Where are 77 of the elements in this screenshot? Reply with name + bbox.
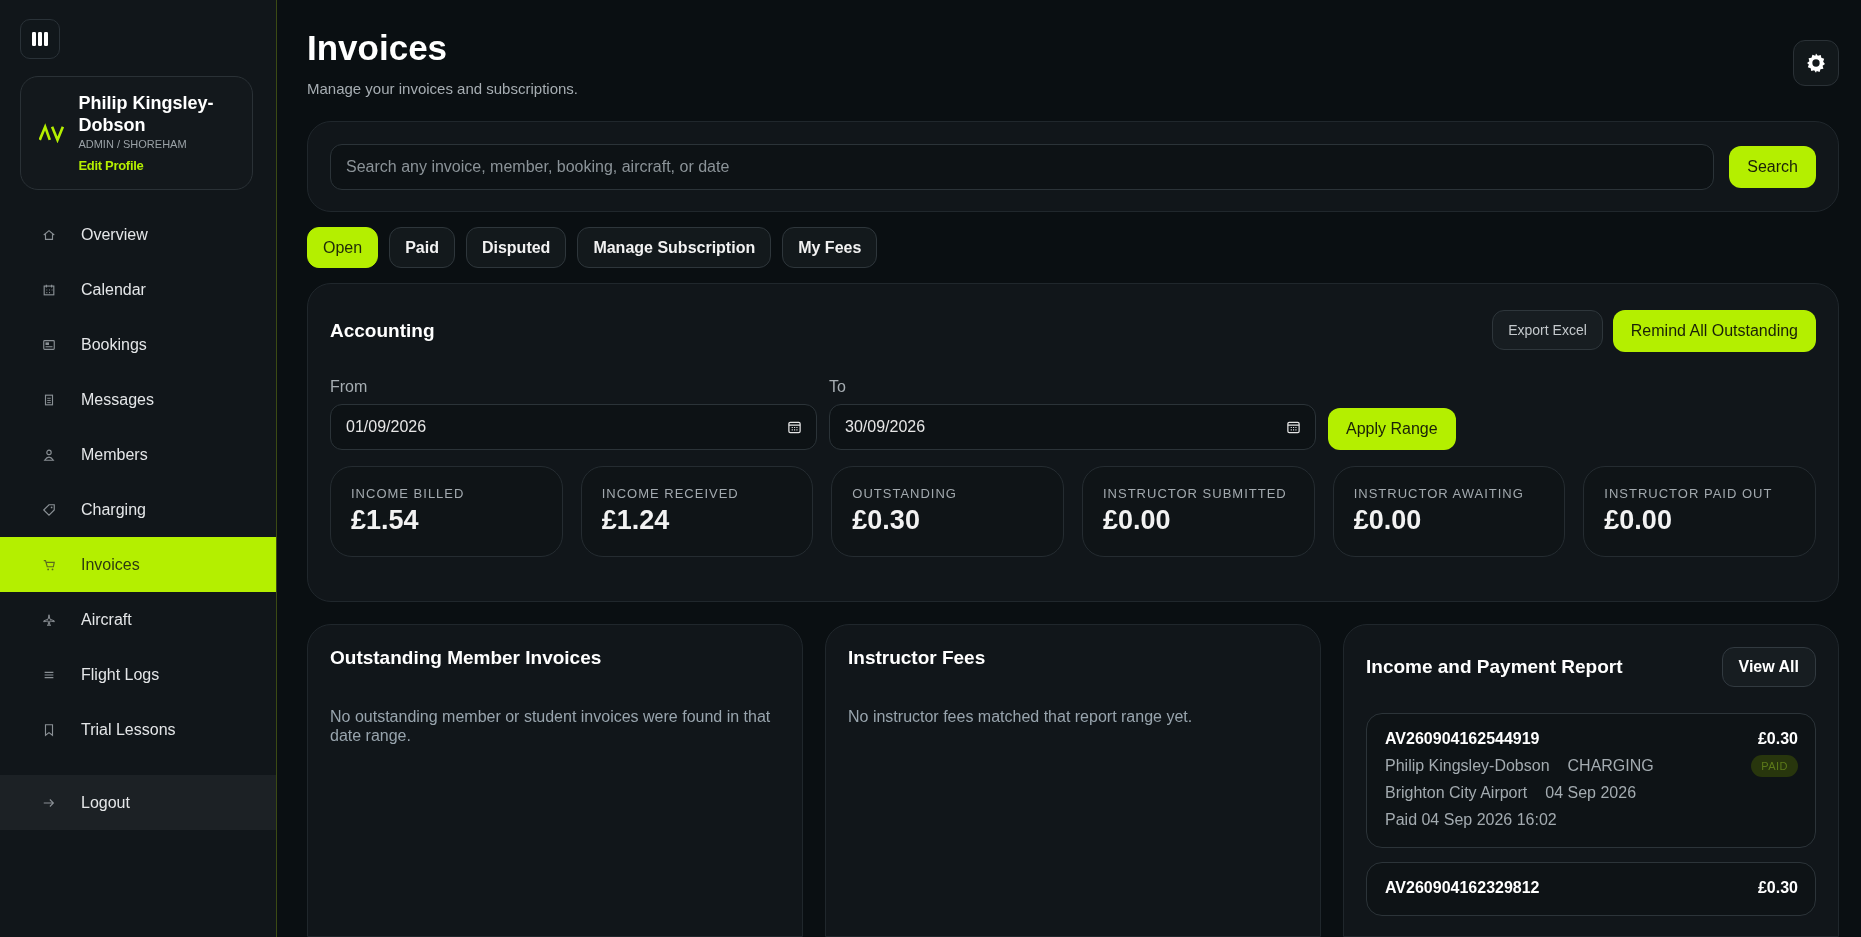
tab[interactable]: My Fees	[782, 227, 878, 268]
invoice-date: 04 Sep 2026	[1545, 784, 1637, 802]
report-entry[interactable]: AV260904162329812 £0.30	[1366, 862, 1816, 916]
tab[interactable]: Disputed	[465, 227, 567, 268]
cart-icon	[42, 557, 56, 572]
calendar-icon[interactable]	[787, 419, 802, 435]
section-title: Outstanding Member Invoices	[330, 647, 603, 669]
tab[interactable]: Manage Subscription	[577, 227, 772, 268]
member-name: Philip Kingsley-Dobson	[1385, 757, 1550, 775]
profile-name: Philip Kingsley-Dobson	[78, 92, 215, 136]
section-title: Accounting	[330, 320, 435, 342]
stat-label: INCOME RECEIVED	[601, 486, 740, 501]
stat-value: £0.00	[1604, 505, 1673, 536]
view-all-button[interactable]: View All	[1721, 647, 1816, 687]
status-badge: PAID	[1751, 755, 1798, 777]
stat-label: INSTRUCTOR PAID OUT	[1604, 486, 1774, 501]
nav-item[interactable]: Overview	[0, 207, 276, 262]
nav-item[interactable]: Trial Lessons	[0, 702, 276, 757]
stat-label: INSTRUCTOR AWAITING	[1353, 486, 1525, 501]
report-entry[interactable]: AV260904162544919 Philip Kingsley-Dobson CHARGING Brighton City Airport 04 Sep 2026 Paid 04 Sep 2026 16:02 £0.30 PAID	[1366, 713, 1816, 848]
nav-item[interactable]: Calendar	[0, 262, 276, 317]
logo-icon	[39, 123, 65, 143]
field-label: From	[330, 378, 369, 396]
stat-label: INCOME BILLED	[351, 486, 466, 501]
stat-value: £1.24	[601, 505, 671, 536]
invoice-amount: £0.30	[1757, 879, 1798, 897]
logout-item[interactable]: Logout	[0, 775, 276, 830]
search-field[interactable]: Search any invoice, member, booking, aircraft, or date	[330, 143, 1715, 190]
tab[interactable]: Open	[307, 227, 379, 268]
paid-date: Paid 04 Sep 2026 16:02	[1385, 811, 1557, 829]
stat-value: £0.30	[852, 505, 921, 536]
invoice-id: AV260904162329812	[1385, 879, 1540, 897]
apply-range-button[interactable]: Apply Range	[1328, 408, 1456, 450]
airplane-icon	[42, 612, 56, 627]
profile-role: ADMIN / SHOREHAM	[78, 138, 188, 150]
tab[interactable]: Paid	[389, 227, 455, 268]
nav-item[interactable]: Messages	[0, 372, 276, 427]
nav-item[interactable]: Members	[0, 427, 276, 482]
date-field[interactable]: 01/09/2026	[330, 404, 817, 450]
empty-message: No outstanding member or student invoices were found in that date range.	[330, 707, 772, 745]
calendar-icon	[42, 282, 56, 297]
calendar-icon[interactable]	[1286, 419, 1301, 435]
card-icon	[42, 337, 56, 352]
export-button[interactable]: Export Excel	[1492, 310, 1603, 350]
nav-item[interactable]: Flight Logs	[0, 647, 276, 702]
settings-button[interactable]	[1793, 40, 1839, 86]
invoice-type: CHARGING	[1567, 757, 1654, 775]
nav-item[interactable]: Charging	[0, 482, 276, 537]
stat-value: £1.54	[351, 505, 420, 536]
stat-label: OUTSTANDING	[852, 486, 958, 501]
page-subtitle: Manage your invoices and subscriptions.	[307, 80, 578, 97]
remind-button[interactable]: Remind All Outstanding	[1612, 310, 1816, 352]
home-icon	[42, 227, 56, 242]
stat-value: £0.00	[1353, 505, 1423, 536]
menu-icon	[32, 32, 48, 46]
settings-icon	[1805, 52, 1827, 74]
document-icon	[42, 392, 56, 407]
nav-item[interactable]: Bookings	[0, 317, 276, 372]
tag-icon	[42, 502, 56, 517]
bookmark-icon	[42, 722, 56, 737]
invoice-id: AV260904162544919	[1385, 730, 1541, 748]
section-title: Instructor Fees	[848, 647, 987, 669]
empty-message: No instructor fees matched that report range yet.	[848, 707, 1194, 726]
page-title: Invoices	[307, 27, 449, 69]
stat-value: £0.00	[1103, 505, 1172, 536]
nav-item[interactable]: Aircraft	[0, 592, 276, 647]
stat-label: INSTRUCTOR SUBMITTED	[1103, 486, 1288, 501]
search-button[interactable]: Search	[1729, 145, 1816, 188]
nav-item[interactable]: Invoices	[0, 537, 276, 592]
field-label: To	[829, 378, 847, 396]
section-title: Income and Payment Report	[1366, 656, 1623, 678]
invoice-amount: £0.30	[1757, 730, 1798, 748]
date-field[interactable]: 30/09/2026	[829, 404, 1316, 450]
person-icon	[42, 447, 56, 462]
location: Brighton City Airport	[1385, 784, 1528, 802]
menu-button[interactable]	[20, 19, 60, 59]
edit-profile-link[interactable]: Edit Profile	[78, 158, 144, 173]
